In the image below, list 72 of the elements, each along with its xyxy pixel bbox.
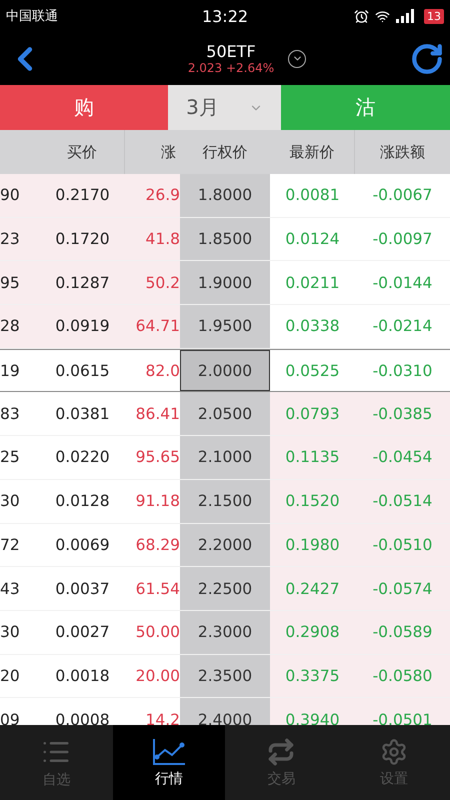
table-cell: 0.0793	[270, 392, 355, 436]
table-cell: -0.0589	[355, 610, 450, 654]
quote-row[interactable]: 23 0.1720 41.8 1.8500 0.0124 -0.0097	[0, 218, 450, 262]
table-cell: 0.3940	[270, 698, 355, 725]
quote-row[interactable]: 72 0.0069 68.29 2.2000 0.1980 -0.0510	[0, 524, 450, 568]
month-dropdown[interactable]: 3月	[168, 85, 281, 130]
table-cell: 0.1720	[40, 218, 125, 260]
table-cell: 26.9	[125, 174, 180, 217]
strike-cell: 1.8000	[180, 174, 270, 217]
settings-icon	[380, 738, 408, 766]
strike-cell: 2.0000	[180, 350, 270, 392]
table-cell: 28	[0, 305, 40, 348]
column-header: 涨跌额	[379, 142, 426, 162]
status-time: 13:22	[200, 6, 250, 26]
strike-cell: 2.3000	[180, 610, 270, 654]
table-cell: 0.1287	[40, 261, 125, 304]
table-cell: 0.1520	[270, 480, 355, 522]
nav-title: 50ETF	[206, 42, 256, 61]
tab-bar-item[interactable]: 行情	[112, 725, 225, 800]
table-cell: 0.2427	[270, 567, 355, 610]
table-cell: -0.0580	[355, 654, 450, 698]
battery-level: 13	[424, 8, 444, 24]
table-cell: 0.3375	[270, 654, 355, 698]
table-cell: -0.0514	[355, 480, 450, 522]
quote-row[interactable]: 95 0.1287 50.2 1.9000 0.0211 -0.0144	[0, 261, 450, 306]
quote-row[interactable]: 09 0.0008 14.2 2.4000 0.3940 -0.0501	[0, 698, 450, 725]
table-cell: 23	[0, 218, 40, 260]
strike-cell: 2.1500	[180, 480, 270, 522]
line-chart-icon	[152, 738, 186, 766]
quote-row[interactable]: 43 0.0037 61.54 2.2500 0.2427 -0.0574	[0, 567, 450, 611]
strike-cell: 1.8500	[180, 218, 270, 260]
table-cell: 0.0919	[40, 305, 125, 348]
table-cell: 90	[0, 174, 40, 217]
table-cell: 41.8	[125, 218, 180, 260]
strike-cell: 2.2000	[180, 524, 270, 566]
table-cell: 50.2	[125, 261, 180, 304]
quote-row[interactable]: 83 0.0381 86.41 2.0500 0.0793 -0.0385	[0, 392, 450, 436]
quote-text: 2.023 +2.64%	[188, 61, 274, 75]
table-cell: -0.0510	[355, 524, 450, 566]
column-header: 行权价	[202, 142, 248, 162]
quote-row[interactable]: 90 0.2170 26.9 1.8000 0.0081 -0.0067	[0, 174, 450, 218]
quote-row[interactable]: 19 0.0615 82.0 2.0000 0.0525 -0.0310	[0, 348, 450, 392]
table-cell: -0.0574	[355, 567, 450, 610]
option-type-tab[interactable]: 购	[0, 85, 168, 130]
quote-row[interactable]: 30 0.0128 91.18 2.1500 0.1520 -0.0514	[0, 480, 450, 524]
dropdown-icon[interactable]	[288, 50, 306, 68]
quote-row[interactable]: 28 0.0919 64.71 1.9500 0.0338 -0.0214	[0, 305, 450, 349]
alarm-icon	[354, 8, 369, 24]
strike-cell: 2.3500	[180, 654, 270, 698]
table-cell: 0.1980	[270, 524, 355, 566]
strike-cell: 1.9000	[180, 261, 270, 304]
strike-cell: 2.2500	[180, 567, 270, 610]
refresh-icon[interactable]	[410, 42, 444, 76]
strike-cell: 1.9500	[180, 305, 270, 348]
table-cell: -0.0385	[355, 392, 450, 436]
table-cell: 64.71	[125, 305, 180, 348]
table-cell: -0.0454	[355, 436, 450, 479]
column-header: 涨	[160, 142, 177, 162]
table-cell: -0.0501	[355, 698, 450, 725]
strike-cell: 2.1000	[180, 436, 270, 479]
quote-row[interactable]: 25 0.0220 95.65 2.1000 0.1135 -0.0454	[0, 436, 450, 480]
repeat-icon	[267, 738, 296, 766]
table-cell: 0.2170	[40, 174, 125, 217]
table-cell: 0.1135	[270, 436, 355, 479]
quote-row[interactable]: 30 0.0027 50.00 2.3000 0.2908 -0.0589	[0, 610, 450, 655]
table-cell: 95	[0, 261, 40, 304]
table-cell: 0.2908	[270, 610, 355, 654]
wifi-icon	[375, 8, 390, 24]
strike-cell: 2.0500	[180, 392, 270, 436]
quote-row[interactable]: 20 0.0018 20.00 2.3500 0.3375 -0.0580	[0, 654, 450, 698]
carrier-name: 中国联通	[6, 8, 59, 25]
strike-cell: 2.4000	[180, 698, 270, 725]
